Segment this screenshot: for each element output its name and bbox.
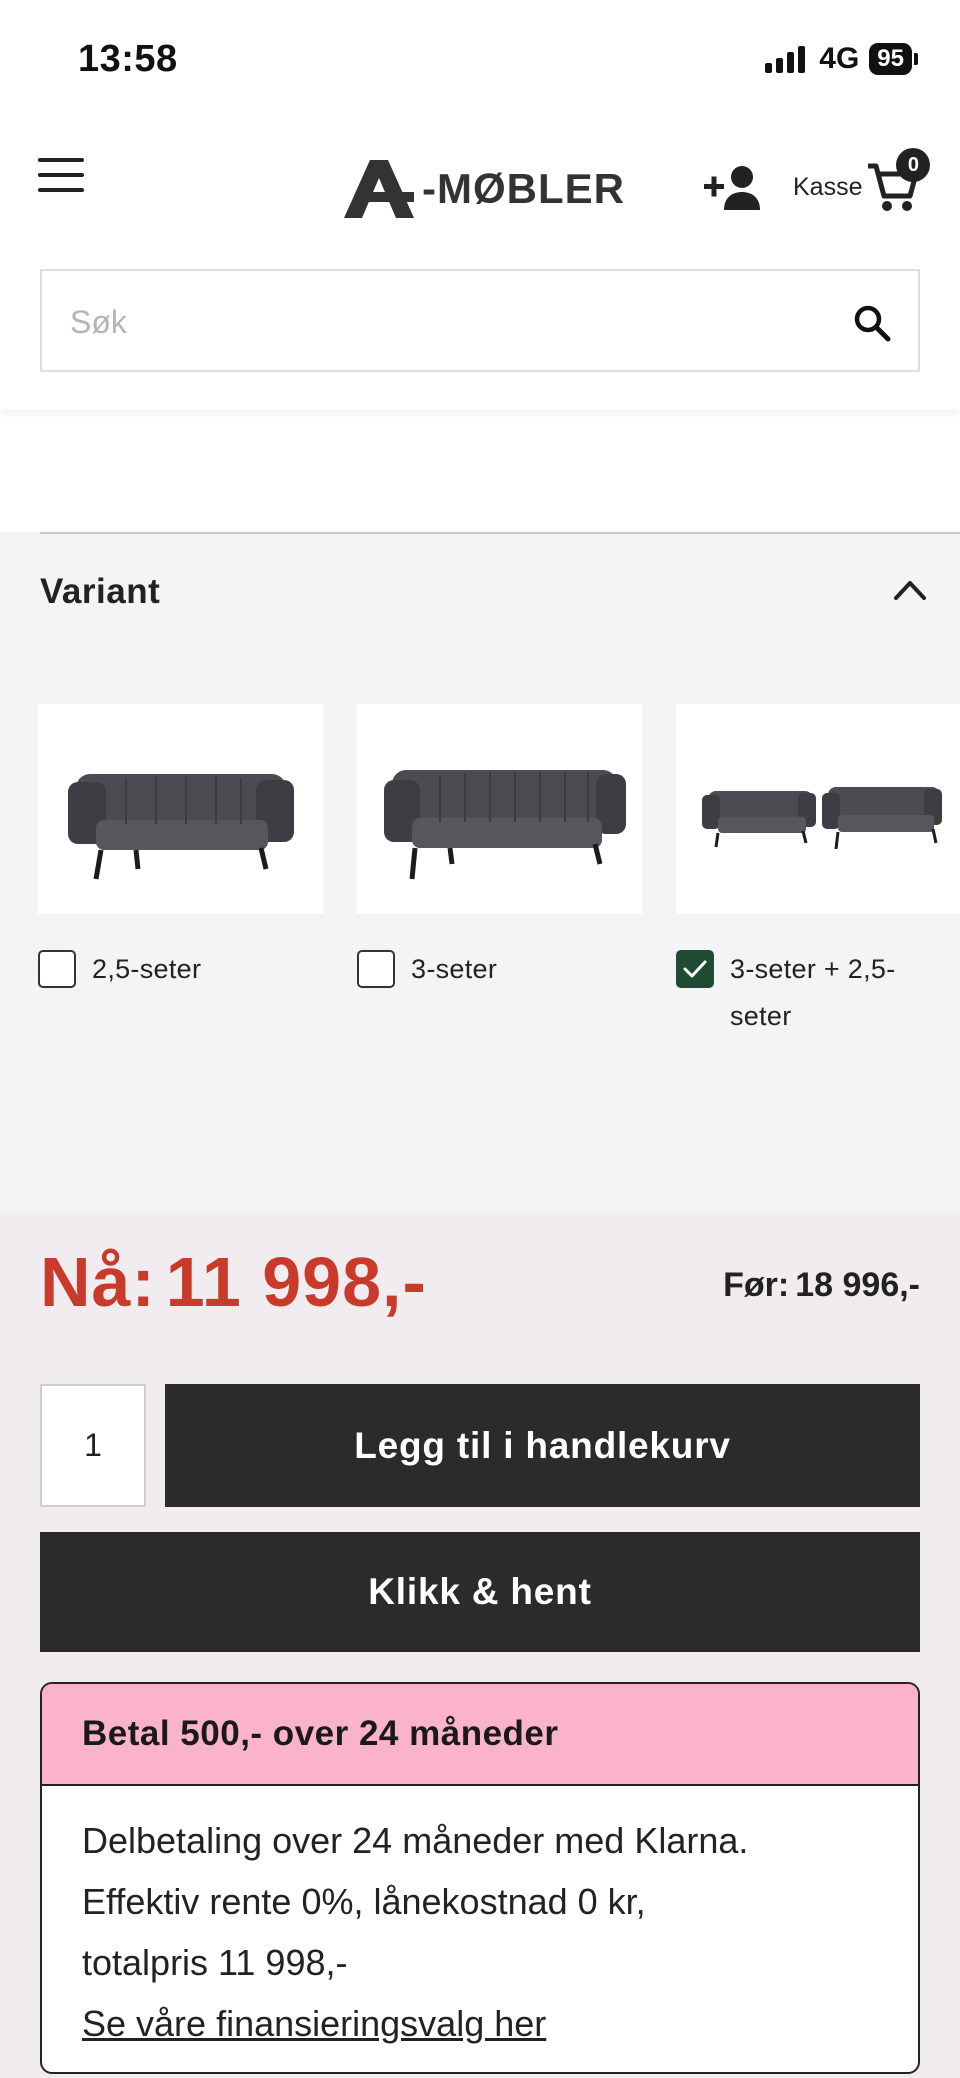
- klarna-body: Delbetaling over 24 måneder med Klarna. …: [42, 1786, 918, 2054]
- klarna-text-line: Effektiv rente 0%, lånekostnad 0 kr,: [82, 1881, 646, 1922]
- price-now: Nå: 11 998,-: [40, 1242, 427, 1322]
- variant-image-3-seter[interactable]: [357, 704, 642, 914]
- cart-button[interactable]: Kasse 0: [793, 148, 931, 214]
- divider: [40, 532, 960, 534]
- checkmark-icon: [683, 960, 707, 978]
- network-label: 4G: [819, 42, 860, 75]
- logo-text: -MØBLER: [422, 165, 625, 212]
- price-now-value: 11 998,-: [165, 1243, 427, 1321]
- variant-option-label-line1: 3-seter + 2,5-: [730, 954, 896, 984]
- checkbox-checked[interactable]: [676, 950, 714, 988]
- search-box: [40, 269, 920, 372]
- status-bar: 13:58 4G 95: [0, 0, 960, 110]
- price-before-value: 18 996,-: [795, 1266, 920, 1304]
- battery-nub: [914, 53, 918, 65]
- search-icon[interactable]: [852, 303, 892, 343]
- checkbox[interactable]: [38, 950, 76, 988]
- buy-section: Nå: 11 998,- Før:18 996,- Legg til i han…: [0, 1214, 960, 2078]
- variant-image-2-5-seter[interactable]: [38, 704, 323, 914]
- signal-icon: [765, 45, 806, 73]
- cart-label: Kasse: [793, 172, 863, 201]
- status-indicators: 4G 95: [765, 42, 918, 76]
- search-input[interactable]: [70, 297, 830, 347]
- sofa-image: [67, 774, 294, 880]
- variant-option-3-seter[interactable]: 3-seter: [357, 950, 497, 993]
- logo[interactable]: -MØBLER: [344, 160, 625, 218]
- quantity-input[interactable]: [40, 1384, 146, 1507]
- variant-image-3-seter-2-5-seter[interactable]: [676, 704, 960, 914]
- status-time: 13:58: [78, 38, 178, 80]
- price-now-label: Nå:: [40, 1243, 156, 1321]
- variant-section: Variant 2,5-seter 3-seter 3-seter + 2,5-…: [0, 532, 960, 1214]
- add-to-cart-button[interactable]: Legg til i handlekurv: [165, 1384, 920, 1507]
- price-before: Før: 18 996,-: [717, 1266, 920, 1305]
- variant-option-label: 3-seter: [411, 954, 498, 984]
- variant-option-2-5-seter[interactable]: 2,5-seter: [38, 950, 201, 993]
- battery-icon: 95: [869, 43, 912, 75]
- click-collect-button[interactable]: Klikk & hent: [40, 1532, 920, 1652]
- price-before-label: Før:: [723, 1266, 790, 1304]
- checkbox[interactable]: [357, 950, 395, 988]
- klarna-text-line: Delbetaling over 24 måneder med Klarna.: [82, 1820, 749, 1861]
- sofa-image: [383, 770, 626, 880]
- variant-option-label: 2,5-seter: [92, 954, 202, 984]
- variant-option-label: 3-seter + 2,5- seter: [730, 946, 896, 1040]
- variant-title: Variant: [40, 572, 161, 611]
- cart-icon: 0: [866, 148, 931, 214]
- sofa-set-image: [702, 787, 942, 850]
- cart-count-badge: 0: [896, 148, 931, 182]
- variant-option-label-line2: seter: [730, 1001, 792, 1031]
- site-header: -MØBLER Kasse 0: [0, 110, 960, 410]
- klarna-box: Betal 500,- over 24 måneder Delbetaling …: [40, 1682, 920, 2074]
- financing-options-link[interactable]: Se våre finansieringsvalg her: [82, 1993, 546, 2054]
- chevron-up-icon[interactable]: [890, 574, 930, 604]
- add-user-icon[interactable]: [702, 162, 762, 212]
- variant-option-3-seter-2-5-seter[interactable]: 3-seter + 2,5- seter: [676, 950, 896, 1040]
- logo-a-icon: [344, 160, 414, 218]
- klarna-text-line: totalpris 11 998,-: [82, 1942, 348, 1983]
- klarna-heading: Betal 500,- over 24 måneder: [42, 1684, 918, 1786]
- menu-icon[interactable]: [38, 158, 84, 192]
